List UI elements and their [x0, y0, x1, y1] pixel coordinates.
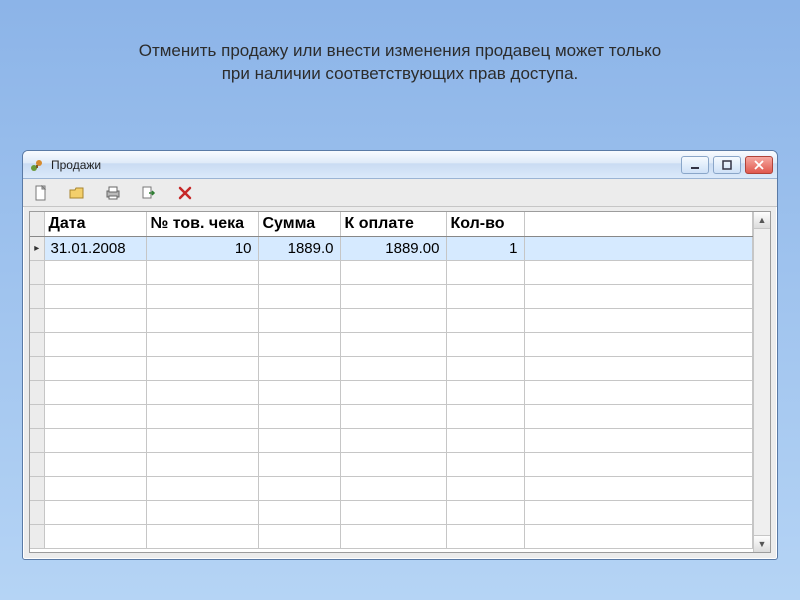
row-indicator: [30, 308, 44, 332]
row-indicator: [30, 284, 44, 308]
cell-sum[interactable]: 1889.0: [258, 236, 340, 260]
col-qty[interactable]: Кол-во: [446, 212, 524, 236]
table-row[interactable]: [30, 476, 753, 500]
cell-number[interactable]: 10: [146, 236, 258, 260]
close-button[interactable]: [745, 156, 773, 174]
col-rest[interactable]: [524, 212, 753, 236]
row-indicator: [30, 500, 44, 524]
row-indicator: [30, 476, 44, 500]
table-row[interactable]: [30, 380, 753, 404]
row-indicator: [30, 332, 44, 356]
table-row[interactable]: [30, 260, 753, 284]
export-button[interactable]: [139, 183, 159, 203]
col-date[interactable]: Дата: [44, 212, 146, 236]
row-indicator: [30, 404, 44, 428]
table-row[interactable]: [30, 452, 753, 476]
col-number[interactable]: № тов. чека: [146, 212, 258, 236]
rowhead-header: [30, 212, 44, 236]
titlebar[interactable]: Продажи: [23, 151, 777, 179]
grid-header-row: Дата № тов. чека Сумма К оплате Кол-во: [30, 212, 753, 236]
table-row[interactable]: 31.01.2008101889.01889.001: [30, 236, 753, 260]
minimize-button[interactable]: [681, 156, 709, 174]
slide-caption: Отменить продажу или внести изменения пр…: [0, 0, 800, 96]
app-icon: [29, 157, 45, 173]
row-indicator: [30, 380, 44, 404]
sales-window: Продажи: [22, 150, 778, 560]
caption-line2: при наличии соответствующих прав доступа…: [222, 64, 579, 83]
window-title: Продажи: [51, 158, 681, 172]
print-button[interactable]: [103, 183, 123, 203]
table-row[interactable]: [30, 404, 753, 428]
open-button[interactable]: [67, 183, 87, 203]
table-row[interactable]: [30, 500, 753, 524]
delete-button[interactable]: [175, 183, 195, 203]
table-row[interactable]: [30, 356, 753, 380]
grid-area: Дата № тов. чека Сумма К оплате Кол-во 3…: [29, 211, 771, 553]
cell-rest[interactable]: [524, 236, 753, 260]
table-row[interactable]: [30, 308, 753, 332]
scroll-down-arrow[interactable]: ▼: [754, 535, 770, 552]
row-indicator: [30, 452, 44, 476]
col-sum[interactable]: Сумма: [258, 212, 340, 236]
cell-pay[interactable]: 1889.00: [340, 236, 446, 260]
caption-line1: Отменить продажу или внести изменения пр…: [139, 41, 662, 60]
vertical-scrollbar[interactable]: ▲ ▼: [753, 212, 770, 552]
table-row[interactable]: [30, 428, 753, 452]
cell-date[interactable]: 31.01.2008: [44, 236, 146, 260]
row-indicator: [30, 260, 44, 284]
cell-qty[interactable]: 1: [446, 236, 524, 260]
sales-grid[interactable]: Дата № тов. чека Сумма К оплате Кол-во 3…: [30, 212, 753, 549]
row-indicator: [30, 356, 44, 380]
table-row[interactable]: [30, 524, 753, 548]
table-row[interactable]: [30, 284, 753, 308]
row-indicator: [30, 428, 44, 452]
new-doc-button[interactable]: [31, 183, 51, 203]
row-indicator: [30, 236, 44, 260]
toolbar: [23, 179, 777, 207]
table-row[interactable]: [30, 332, 753, 356]
maximize-button[interactable]: [713, 156, 741, 174]
col-pay[interactable]: К оплате: [340, 212, 446, 236]
scroll-up-arrow[interactable]: ▲: [754, 212, 770, 229]
row-indicator: [30, 524, 44, 548]
